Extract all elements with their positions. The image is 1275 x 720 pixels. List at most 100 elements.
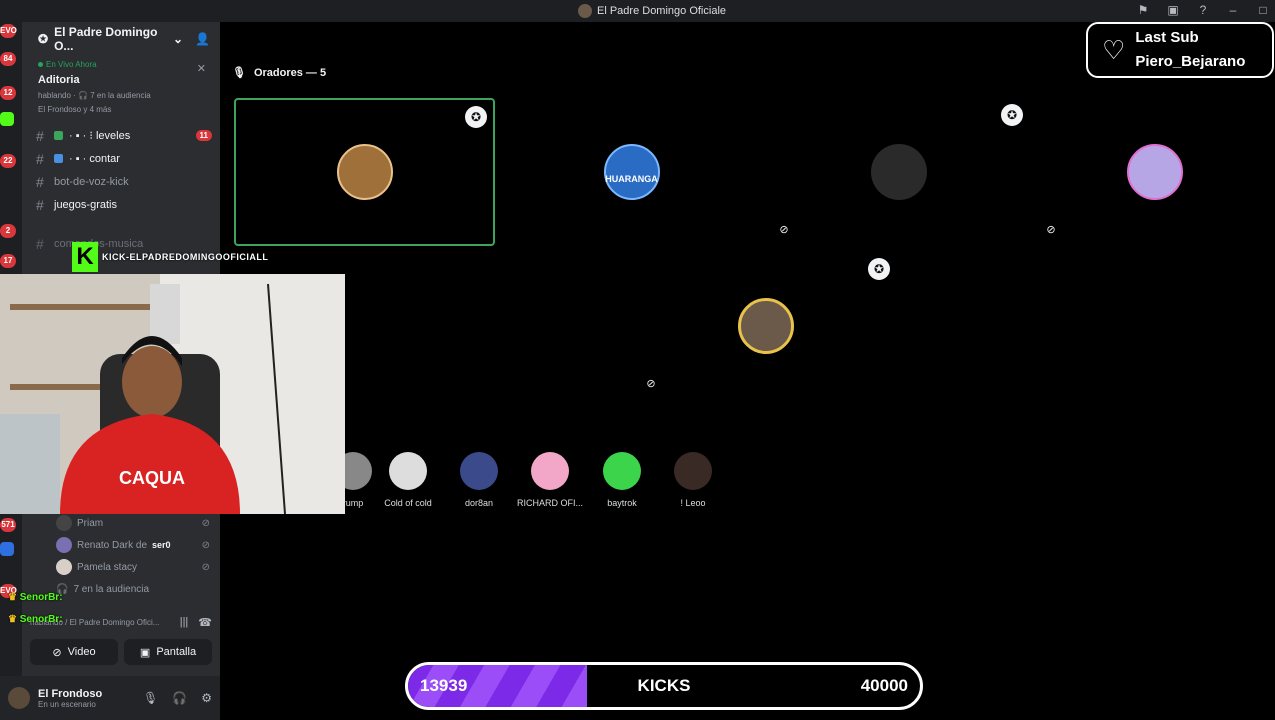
mic-muted-icon: ⊘ (774, 220, 794, 240)
headphones-icon[interactable]: 🎧 (172, 691, 187, 705)
audience-member[interactable]: ! Leoo (658, 452, 728, 508)
help-icon[interactable]: ? (1195, 3, 1211, 17)
speaker-tile[interactable]: ✪ (234, 98, 495, 246)
chat-author: SenorBr: (19, 592, 63, 603)
voice-user[interactable]: Pamela stacy ⊘ (22, 556, 220, 578)
voice-user-name: Priam (77, 517, 104, 529)
live-title: Aditoria (38, 74, 80, 86)
avatar (1127, 144, 1183, 200)
avatar (737, 298, 794, 354)
close-icon[interactable]: ✕ (197, 62, 206, 75)
speaker-tile[interactable]: ✪ ⊘ (768, 98, 1029, 246)
emoji-icon (54, 131, 63, 140)
kick-channel-tag: K KICK-ELPADREDOMINGOOFICIALL (72, 242, 268, 272)
chat-author: SenorBr: (19, 614, 63, 625)
heart-icon: ♡ (1102, 34, 1126, 65)
audience-name: ! Leoo (680, 498, 706, 508)
user-status: En un escenario (38, 699, 96, 709)
avatar (603, 144, 660, 200)
maximize-icon[interactable]: □ (1255, 3, 1271, 17)
kicks-goal-bar: 13939 KICKS 40000 (405, 662, 923, 710)
channel-bot-de-voz-kick[interactable]: # bot-de-voz-kick (22, 170, 220, 193)
title-bar: El Padre Domingo Oficiale ⚑ ▣ ? – □ (0, 0, 1275, 22)
disconnect-icon[interactable]: ☎ (198, 616, 212, 629)
webcam-image: CAQUA (0, 274, 345, 514)
kicks-label: KICKS (637, 676, 691, 695)
audience-name: dor8an (464, 498, 494, 508)
crown-icon: ♛ (8, 592, 17, 603)
minimize-icon[interactable]: – (1225, 3, 1241, 17)
user-panel: El Frondoso En un escenario 🎙 🎧 ⚙ (0, 676, 220, 720)
live-stage-card[interactable]: En Vivo Ahora Aditoria hablando · 🎧 7 en… (22, 56, 220, 118)
channel-label: bot-de-voz-kick (54, 175, 129, 188)
guild-name: El Padre Domingo O... (54, 25, 158, 53)
channel-juegos-gratis[interactable]: # juegos-gratis (22, 193, 220, 216)
speakers-header: 🎙 Oradores — 5 (232, 66, 327, 80)
avatar (674, 452, 712, 490)
rail-badge[interactable]: 17 (0, 254, 16, 268)
voice-user-name: Renato Dark de (77, 539, 148, 551)
video-button[interactable]: ⊘ Video (30, 639, 118, 665)
flag-icon[interactable]: ⚑ (1135, 3, 1151, 17)
speakers-header-text: Oradores — 5 (253, 66, 327, 79)
hash-icon: # (36, 173, 44, 190)
audience-name: Cold of cold (384, 498, 432, 508)
audience-member[interactable]: RICHARD OFI... (515, 452, 585, 508)
mic-icon[interactable]: 🎙 (143, 691, 158, 705)
gear-icon[interactable]: ⚙ (201, 691, 212, 705)
mic-muted-icon: ⊘ (641, 374, 661, 394)
server-icon[interactable] (0, 112, 14, 126)
channel-leveles[interactable]: # · ▪ · ⁝ leveles 11 (22, 124, 220, 147)
mic-icon: 🎙 (232, 67, 246, 79)
voice-user[interactable]: Priam ⊘ (22, 512, 220, 534)
channel-label: juegos-gratis (54, 198, 117, 211)
add-user-icon[interactable]: 👤 (195, 32, 210, 46)
avatar (56, 537, 72, 553)
audience-count-text: 7 en la audiencia (73, 583, 150, 595)
avatar[interactable] (8, 687, 30, 709)
live-dot-icon (38, 62, 43, 67)
avatar (460, 452, 498, 490)
audience-member[interactable]: Cold of cold (373, 452, 443, 508)
mic-muted-icon: ⊘ (201, 561, 210, 573)
inbox-icon[interactable]: ▣ (1165, 3, 1181, 17)
avatar (56, 559, 72, 575)
hash-icon: # (36, 127, 44, 144)
rail-badge[interactable]: 22 (0, 154, 16, 168)
rail-badge[interactable]: 571 (0, 518, 16, 532)
speaker-tile[interactable]: ✪ ⊘ (635, 252, 896, 400)
audience-member[interactable]: baytrok (587, 452, 657, 508)
title-bar-icons: ⚑ ▣ ? – □ (1135, 3, 1271, 17)
channel-contar[interactable]: # · ▪ · contar (22, 147, 220, 170)
speaker-tile[interactable]: HUARANGA (501, 98, 762, 246)
soundboard-icon[interactable]: ||| (180, 616, 189, 629)
video-label: Video (67, 646, 96, 658)
avatar (56, 515, 72, 531)
screen-share-button[interactable]: ▣ Pantalla (124, 639, 212, 665)
screen-icon: ▣ (139, 646, 151, 659)
mic-muted-icon: ⊘ (201, 539, 210, 551)
rail-badge[interactable]: 2 (0, 224, 16, 238)
voice-user[interactable]: Renato Dark de ser0 ⊘ (22, 534, 220, 556)
live-status-text: En Vivo Ahora (46, 60, 97, 69)
audience-name: RICHARD OFI... (516, 498, 583, 508)
crown-icon: ♛ (8, 614, 17, 625)
kick-channel-name: KICK-ELPADREDOMINGOOFICIALL (102, 252, 269, 262)
kicks-goal: 40000 (860, 676, 908, 695)
mic-muted-icon: ⊘ (1041, 220, 1061, 240)
audience-member[interactable]: dor8an (444, 452, 514, 508)
server-icon (578, 4, 592, 18)
speaker-tile[interactable]: ⊘ (1035, 98, 1275, 246)
emoji-icon (54, 154, 63, 163)
rail-badge[interactable]: EVO (0, 24, 17, 38)
stage-view: 🎙 Oradores — 5 ✪ HUARANGA ✪ ⊘ ⊘ ✪ ⊘ rump… (220, 22, 1275, 720)
avatar (603, 452, 641, 490)
rail-badge[interactable]: 84 (0, 52, 16, 66)
chevron-down-icon: ⌄ (172, 32, 184, 46)
mic-muted-icon: ⊘ (201, 517, 210, 529)
guild-header[interactable]: ✪ El Padre Domingo O... ⌄ 👤 (22, 22, 220, 56)
live-meta: hablando · 🎧 7 en la audiencia (38, 91, 151, 100)
server-icon[interactable] (0, 542, 14, 556)
rail-badge[interactable]: 12 (0, 86, 16, 100)
channel-label: · ▪ · ⁝ leveles (69, 130, 131, 142)
